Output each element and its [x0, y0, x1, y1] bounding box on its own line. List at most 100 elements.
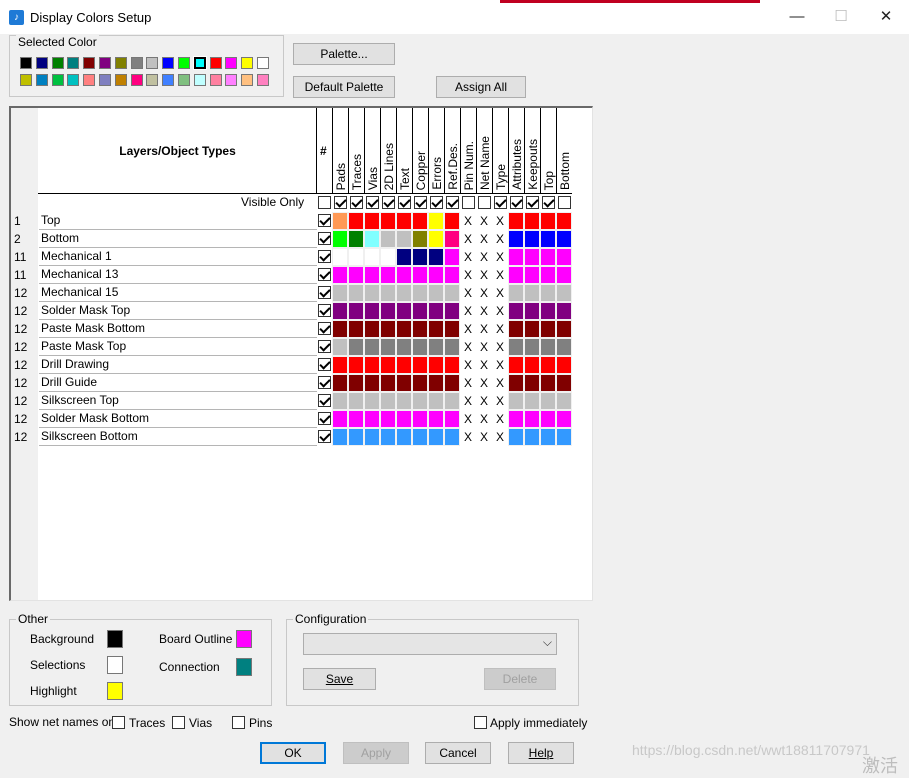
- layer-visible-checkbox[interactable]: [318, 286, 331, 299]
- color-cell[interactable]: [444, 248, 460, 266]
- color-cell[interactable]: [348, 392, 364, 410]
- palette-swatch[interactable]: [51, 57, 64, 69]
- visible-only-checkbox[interactable]: [558, 196, 571, 209]
- color-cell[interactable]: [412, 266, 428, 284]
- palette-swatch[interactable]: [146, 74, 159, 86]
- color-cell[interactable]: [380, 392, 396, 410]
- color-cell[interactable]: [508, 428, 524, 446]
- color-cell[interactable]: [428, 212, 444, 230]
- color-cell[interactable]: [428, 302, 444, 320]
- color-cell[interactable]: [428, 248, 444, 266]
- visible-only-checkbox[interactable]: [398, 196, 411, 209]
- color-cell[interactable]: [332, 248, 348, 266]
- selections-swatch[interactable]: [107, 656, 123, 674]
- color-cell[interactable]: [364, 428, 380, 446]
- color-cell[interactable]: [540, 320, 556, 338]
- color-cell[interactable]: [556, 392, 572, 410]
- color-cell[interactable]: [396, 284, 412, 302]
- color-cell[interactable]: [364, 320, 380, 338]
- visible-only-checkbox[interactable]: [462, 196, 475, 209]
- palette-swatch[interactable]: [162, 74, 175, 86]
- color-cell[interactable]: [428, 392, 444, 410]
- palette-swatch[interactable]: [162, 57, 175, 69]
- color-cell[interactable]: [364, 212, 380, 230]
- color-cell[interactable]: [364, 410, 380, 428]
- color-cell[interactable]: [412, 338, 428, 356]
- color-cell[interactable]: [444, 392, 460, 410]
- color-cell[interactable]: [396, 266, 412, 284]
- color-cell[interactable]: [524, 374, 540, 392]
- palette-swatch[interactable]: [130, 74, 143, 86]
- default-palette-button[interactable]: Default Palette: [293, 76, 395, 98]
- color-cell[interactable]: [396, 392, 412, 410]
- palette-swatch[interactable]: [257, 57, 269, 69]
- maximize-button[interactable]: ☐: [826, 6, 856, 28]
- apply-immediately-checkbox[interactable]: [474, 716, 487, 729]
- palette-swatch[interactable]: [20, 57, 32, 69]
- visible-only-checkbox[interactable]: [430, 196, 443, 209]
- color-cell[interactable]: [380, 212, 396, 230]
- color-cell[interactable]: [556, 230, 572, 248]
- color-cell[interactable]: [540, 392, 556, 410]
- color-cell[interactable]: [332, 230, 348, 248]
- color-cell[interactable]: [380, 302, 396, 320]
- layer-color-grid[interactable]: Layers/Object Types # Pads Traces Vias 2D Li…: [9, 106, 593, 601]
- color-cell[interactable]: [364, 374, 380, 392]
- color-cell[interactable]: [524, 320, 540, 338]
- color-cell[interactable]: [396, 338, 412, 356]
- color-cell[interactable]: [444, 212, 460, 230]
- visible-only-checkbox[interactable]: [510, 196, 523, 209]
- palette-swatch[interactable]: [35, 57, 48, 69]
- color-cell[interactable]: [508, 212, 524, 230]
- layer-visible-checkbox[interactable]: [318, 268, 331, 281]
- color-cell[interactable]: [556, 338, 572, 356]
- color-cell[interactable]: [364, 392, 380, 410]
- visible-only-checkbox[interactable]: [494, 196, 507, 209]
- board-outline-swatch[interactable]: [236, 630, 252, 648]
- visible-only-checkbox[interactable]: [382, 196, 395, 209]
- color-cell[interactable]: [508, 374, 524, 392]
- color-cell[interactable]: [524, 212, 540, 230]
- color-cell[interactable]: [556, 212, 572, 230]
- color-cell[interactable]: [412, 374, 428, 392]
- color-cell[interactable]: [444, 356, 460, 374]
- visible-only-checkbox[interactable]: [526, 196, 539, 209]
- color-cell[interactable]: [380, 248, 396, 266]
- color-cell[interactable]: [332, 338, 348, 356]
- color-cell[interactable]: [332, 320, 348, 338]
- color-cell[interactable]: [412, 284, 428, 302]
- color-cell[interactable]: [380, 374, 396, 392]
- color-cell[interactable]: [444, 410, 460, 428]
- color-cell[interactable]: [412, 392, 428, 410]
- palette-swatch[interactable]: [67, 74, 80, 86]
- layer-visible-checkbox[interactable]: [318, 232, 331, 245]
- palette-swatch[interactable]: [114, 57, 127, 69]
- palette-button[interactable]: Palette...: [293, 43, 395, 65]
- color-cell[interactable]: [428, 266, 444, 284]
- column-header[interactable]: Top: [540, 108, 556, 194]
- color-cell[interactable]: [556, 248, 572, 266]
- color-cell[interactable]: [508, 266, 524, 284]
- color-cell[interactable]: [524, 302, 540, 320]
- color-cell[interactable]: [380, 410, 396, 428]
- color-cell[interactable]: [332, 428, 348, 446]
- color-cell[interactable]: [412, 428, 428, 446]
- color-cell[interactable]: [348, 212, 364, 230]
- palette-swatch[interactable]: [51, 74, 64, 86]
- color-cell[interactable]: [524, 410, 540, 428]
- palette-swatch[interactable]: [209, 57, 222, 69]
- color-cell[interactable]: [556, 356, 572, 374]
- minimize-button[interactable]: —: [782, 6, 812, 28]
- color-cell[interactable]: [348, 248, 364, 266]
- palette-swatch[interactable]: [20, 74, 32, 86]
- color-cell[interactable]: [396, 410, 412, 428]
- column-header[interactable]: Ref.Des.: [444, 108, 460, 194]
- color-cell[interactable]: [524, 392, 540, 410]
- color-cell[interactable]: [380, 284, 396, 302]
- color-cell[interactable]: [444, 320, 460, 338]
- color-cell[interactable]: [524, 284, 540, 302]
- color-cell[interactable]: [540, 212, 556, 230]
- layer-visible-checkbox[interactable]: [318, 304, 331, 317]
- palette-swatch[interactable]: [241, 74, 254, 86]
- color-cell[interactable]: [332, 410, 348, 428]
